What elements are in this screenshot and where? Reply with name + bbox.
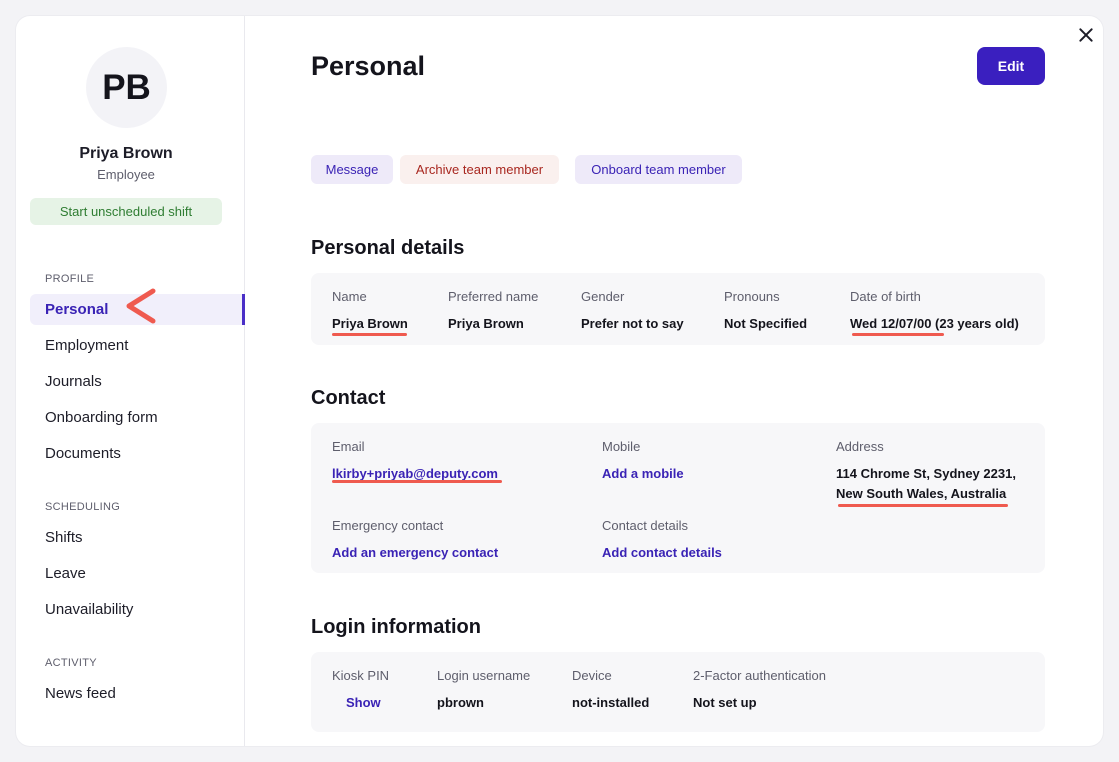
field-label: Email <box>332 439 365 454</box>
start-unscheduled-shift-button[interactable]: Start unscheduled shift <box>30 198 222 225</box>
annotation-underline <box>852 333 944 336</box>
personal-details-card: Name Priya Brown Preferred name Priya Br… <box>311 273 1045 345</box>
field-label: Gender <box>581 289 625 304</box>
avatar: PB <box>86 47 167 128</box>
sidebar-item-news-feed[interactable]: News feed <box>30 678 245 709</box>
field-label: Contact details <box>602 518 688 533</box>
field-label: Device <box>572 668 612 683</box>
field-date-of-birth: Date of birth Wed 12/07/00 (23 years old… <box>850 289 1019 334</box>
field-label: Login username <box>437 668 531 683</box>
contact-title: Contact <box>311 387 386 409</box>
add-emergency-contact-link[interactable]: Add an emergency contact <box>332 543 498 563</box>
annotation-underline <box>332 480 502 483</box>
personal-details-title: Personal details <box>311 237 465 259</box>
field-label: Kiosk PIN <box>332 668 390 683</box>
field-email: Email lkirby+priyab@deputy.com <box>332 439 498 484</box>
field-label: Emergency contact <box>332 518 444 533</box>
contact-card: Email lkirby+priyab@deputy.com Mobile Ad… <box>311 423 1045 573</box>
page-title: Personal <box>311 51 426 81</box>
address-line-1: 114 Chrome St, Sydney 2231, <box>836 466 1016 481</box>
field-label: Date of birth <box>850 289 921 304</box>
onboard-team-member-button[interactable]: Onboard team member <box>575 155 742 184</box>
field-label: 2-Factor authentication <box>693 668 826 683</box>
field-preferred-name: Preferred name Priya Brown <box>448 289 538 334</box>
field-address: Address 114 Chrome St, Sydney 2231, New … <box>836 439 1016 504</box>
sidebar-item-shifts[interactable]: Shifts <box>30 522 245 553</box>
field-label: Address <box>836 439 884 454</box>
annotation-underline <box>838 504 1008 507</box>
close-icon[interactable] <box>1073 22 1099 48</box>
main-content: Personal Edit Message Archive team membe… <box>246 16 1103 746</box>
chevron-left-icon <box>126 288 156 324</box>
annotation-underline <box>332 333 407 336</box>
archive-team-member-button[interactable]: Archive team member <box>400 155 559 184</box>
field-label: Pronouns <box>724 289 780 304</box>
field-value: Wed 12/07/00 (23 years old) <box>850 316 1019 331</box>
sidebar-item-documents[interactable]: Documents <box>30 438 245 469</box>
field-login-username: Login username pbrown <box>437 668 530 713</box>
field-value: Priya Brown <box>332 316 408 331</box>
field-emergency-contact: Emergency contact Add an emergency conta… <box>332 518 498 563</box>
field-value: Prefer not to say <box>581 316 684 331</box>
field-gender: Gender Prefer not to say <box>581 289 684 334</box>
field-label: Name <box>332 289 367 304</box>
sidebar: PB Priya Brown Employee Start unschedule… <box>16 16 245 746</box>
field-value: Priya Brown <box>448 316 524 331</box>
field-label: Preferred name <box>448 289 539 304</box>
user-name: Priya Brown <box>79 145 173 162</box>
field-name: Name Priya Brown <box>332 289 408 334</box>
field-value: not-installed <box>572 695 650 710</box>
add-contact-details-link[interactable]: Add contact details <box>602 543 722 563</box>
login-information-card: Kiosk PIN Show Login username pbrown Dev… <box>311 652 1045 732</box>
nav-heading-activity: ACTIVITY <box>45 657 97 669</box>
message-button[interactable]: Message <box>311 155 393 184</box>
address-line-2: New South Wales, Australia <box>836 486 1007 501</box>
field-value: Not Specified <box>724 316 808 331</box>
user-role: Employee <box>97 167 155 182</box>
profile-modal: PB Priya Brown Employee Start unschedule… <box>16 16 1103 746</box>
sidebar-item-onboarding-form[interactable]: Onboarding form <box>30 402 245 433</box>
field-contact-details: Contact details Add contact details <box>602 518 722 563</box>
sidebar-item-journals[interactable]: Journals <box>30 366 245 397</box>
field-device: Device not-installed <box>572 668 649 713</box>
show-kiosk-pin-link[interactable]: Show <box>332 693 389 713</box>
field-mobile: Mobile Add a mobile <box>602 439 684 484</box>
nav-heading-scheduling: SCHEDULING <box>45 501 121 513</box>
sidebar-item-leave[interactable]: Leave <box>30 558 245 589</box>
field-two-factor-auth: 2-Factor authentication Not set up <box>693 668 826 713</box>
sidebar-item-employment[interactable]: Employment <box>30 330 245 361</box>
field-kiosk-pin: Kiosk PIN Show <box>332 668 389 713</box>
field-label: Mobile <box>602 439 641 454</box>
field-value: pbrown <box>437 695 484 710</box>
login-information-title: Login information <box>311 616 481 638</box>
field-pronouns: Pronouns Not Specified <box>724 289 807 334</box>
field-value: Not set up <box>693 695 757 710</box>
add-mobile-link[interactable]: Add a mobile <box>602 464 684 484</box>
edit-button[interactable]: Edit <box>977 47 1045 85</box>
sidebar-item-unavailability[interactable]: Unavailability <box>30 594 245 625</box>
nav-heading-profile: PROFILE <box>45 273 95 285</box>
